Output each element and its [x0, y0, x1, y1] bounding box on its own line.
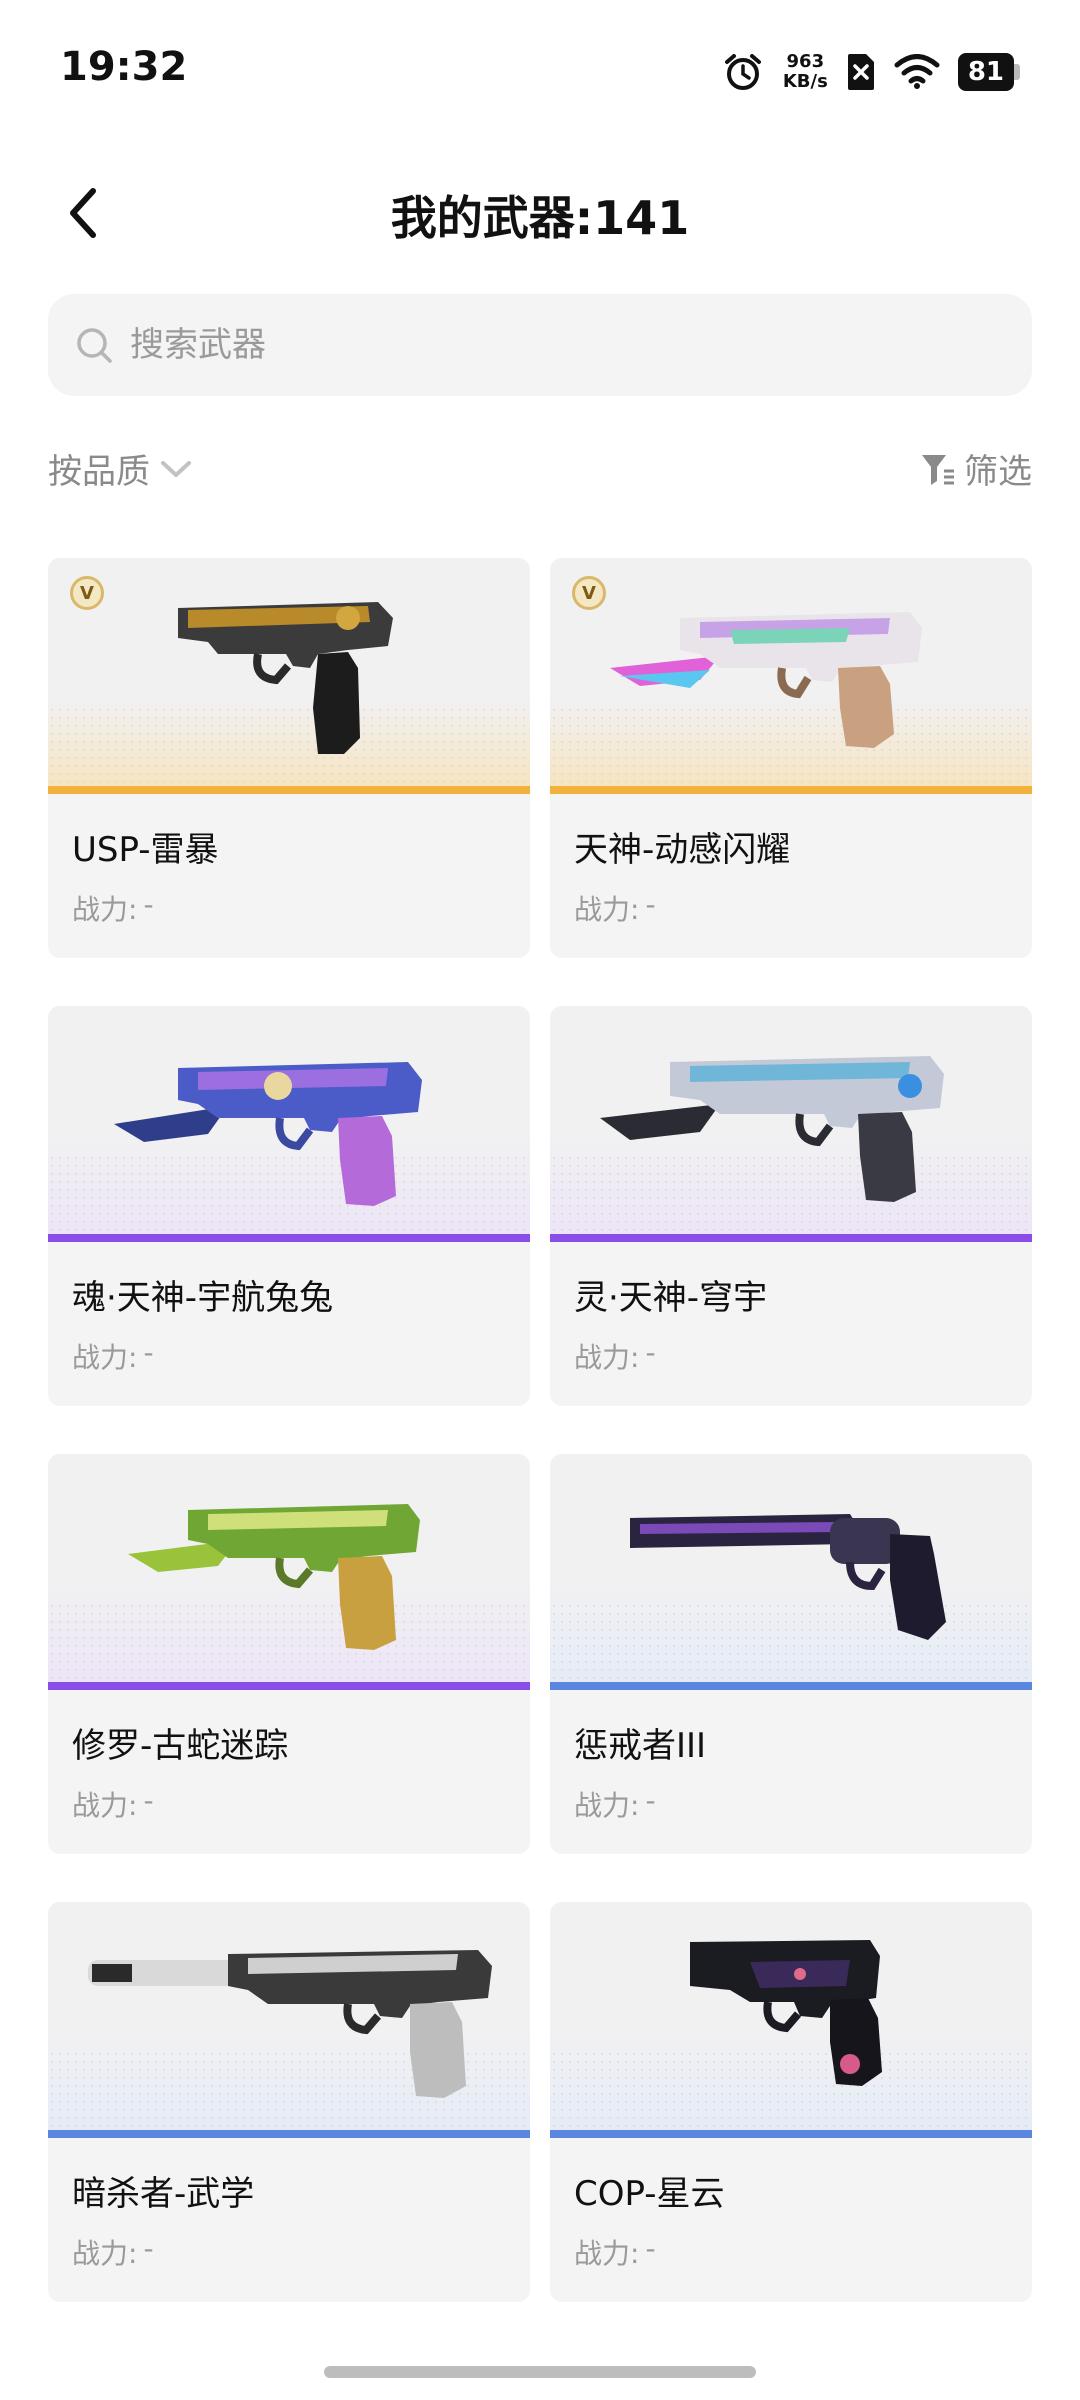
pistol-deagle-image: [610, 612, 922, 748]
weapon-name: 惩戒者III: [574, 1726, 707, 1766]
pistol-usp-image: [178, 602, 393, 754]
net-speed: 963 KB/s: [783, 52, 828, 92]
weapon-card[interactable]: 暗杀者-武学 战力: -: [48, 1902, 530, 2302]
power-value: -: [645, 888, 656, 921]
quality-bar: [550, 1682, 1032, 1690]
chevron-down-icon: [161, 460, 191, 477]
net-speed-unit: KB/s: [782, 71, 828, 92]
power-label: 战力:: [574, 893, 640, 926]
revolver-image: [630, 1514, 946, 1640]
weapon-name: 灵·天神-穹宇: [574, 1278, 768, 1318]
search-input[interactable]: [128, 324, 992, 366]
quality-bar: [48, 1682, 530, 1690]
search-bar[interactable]: [48, 294, 1032, 396]
home-indicator[interactable]: [324, 2366, 756, 2378]
sort-filter-row: 按品质 筛选: [48, 444, 1032, 504]
weapon-image-area: [550, 1902, 1032, 2138]
weapon-power: 战力: -: [72, 2232, 154, 2272]
weapon-name: 天神-动感闪耀: [574, 830, 791, 870]
battery-indicator: 81: [957, 53, 1020, 91]
search-icon: [72, 323, 116, 367]
weapon-name: COP-星云: [574, 2174, 725, 2214]
weapon-image-area: [550, 1006, 1032, 1242]
weapon-image-area: V: [48, 558, 530, 794]
weapon-grid: V USP-雷暴 战力: - V 天神-动感闪耀 战力: - 魂·天神-宇航兔兔…: [48, 558, 1032, 2302]
power-value: -: [143, 1336, 154, 1369]
pistol-deagle-image: [600, 1056, 944, 1202]
weapon-card[interactable]: COP-星云 战力: -: [550, 1902, 1032, 2302]
quality-bar: [550, 786, 1032, 794]
weapon-image-area: V: [550, 558, 1032, 794]
weapon-card[interactable]: 惩戒者III 战力: -: [550, 1454, 1032, 1854]
weapon-power: 战力: -: [574, 888, 656, 928]
weapon-power: 战力: -: [72, 888, 154, 928]
power-label: 战力:: [574, 1341, 640, 1374]
power-value: -: [645, 2232, 656, 2265]
filter-icon: [922, 454, 954, 485]
silenced-pistol-image: [88, 1950, 492, 2098]
weapon-power: 战力: -: [574, 1336, 656, 1376]
weapon-image-area: [550, 1454, 1032, 1690]
battery-level: 81: [957, 53, 1014, 91]
power-label: 战力:: [574, 2237, 640, 2270]
weapon-name: 魂·天神-宇航兔兔: [72, 1278, 334, 1318]
page-title: 我的武器:141: [390, 191, 690, 245]
weapon-name: 修罗-古蛇迷踪: [72, 1726, 289, 1766]
weapon-card[interactable]: 灵·天神-穹宇 战力: -: [550, 1006, 1032, 1406]
weapon-image-area: [48, 1454, 530, 1690]
weapon-power: 战力: -: [72, 1336, 154, 1376]
weapon-power: 战力: -: [574, 2232, 656, 2272]
power-value: -: [143, 1784, 154, 1817]
pistol-deagle-image: [128, 1504, 420, 1650]
quality-bar: [550, 1234, 1032, 1242]
weapon-image-area: [48, 1006, 530, 1242]
sim-off-icon: [847, 54, 874, 90]
weapon-card[interactable]: 魂·天神-宇航兔兔 战力: -: [48, 1006, 530, 1406]
quality-bar: [48, 1234, 530, 1242]
wifi-icon: [894, 54, 940, 89]
filter-label: 筛选: [964, 452, 1032, 492]
net-speed-value: 963: [786, 51, 825, 72]
battery-tip: [1014, 64, 1020, 80]
sort-quality-button[interactable]: 按品质: [48, 444, 192, 493]
sort-label: 按品质: [48, 452, 150, 492]
weapon-card[interactable]: V 天神-动感闪耀 战力: -: [550, 558, 1032, 958]
weapon-card[interactable]: V USP-雷暴 战力: -: [48, 558, 530, 958]
status-icons: 963 KB/s 81: [721, 44, 1020, 100]
power-value: -: [143, 2232, 154, 2265]
quality-bar: [550, 2130, 1032, 2138]
status-bar: 19:32 963 KB/s 81: [0, 0, 1080, 140]
power-label: 战力:: [72, 1341, 138, 1374]
cop-pistol-image: [690, 1940, 882, 2086]
alarm-icon: [724, 54, 761, 90]
power-label: 战力:: [72, 2237, 138, 2270]
power-value: -: [645, 1784, 656, 1817]
weapon-power: 战力: -: [72, 1784, 154, 1824]
power-value: -: [143, 888, 154, 921]
pistol-deagle-image: [114, 1062, 422, 1206]
power-label: 战力:: [574, 1789, 640, 1822]
weapon-name: 暗杀者-武学: [72, 2174, 255, 2214]
quality-bar: [48, 2130, 530, 2138]
power-value: -: [645, 1336, 656, 1369]
page-header: 我的武器:141: [0, 160, 1080, 260]
power-label: 战力:: [72, 893, 138, 926]
weapon-image-area: [48, 1902, 530, 2138]
weapon-power: 战力: -: [574, 1784, 656, 1824]
quality-bar: [48, 786, 530, 794]
weapon-name: USP-雷暴: [72, 830, 219, 870]
status-time: 19:32: [60, 44, 188, 90]
filter-button[interactable]: 筛选: [920, 444, 1032, 493]
weapon-card[interactable]: 修罗-古蛇迷踪 战力: -: [48, 1454, 530, 1854]
power-label: 战力:: [72, 1789, 138, 1822]
